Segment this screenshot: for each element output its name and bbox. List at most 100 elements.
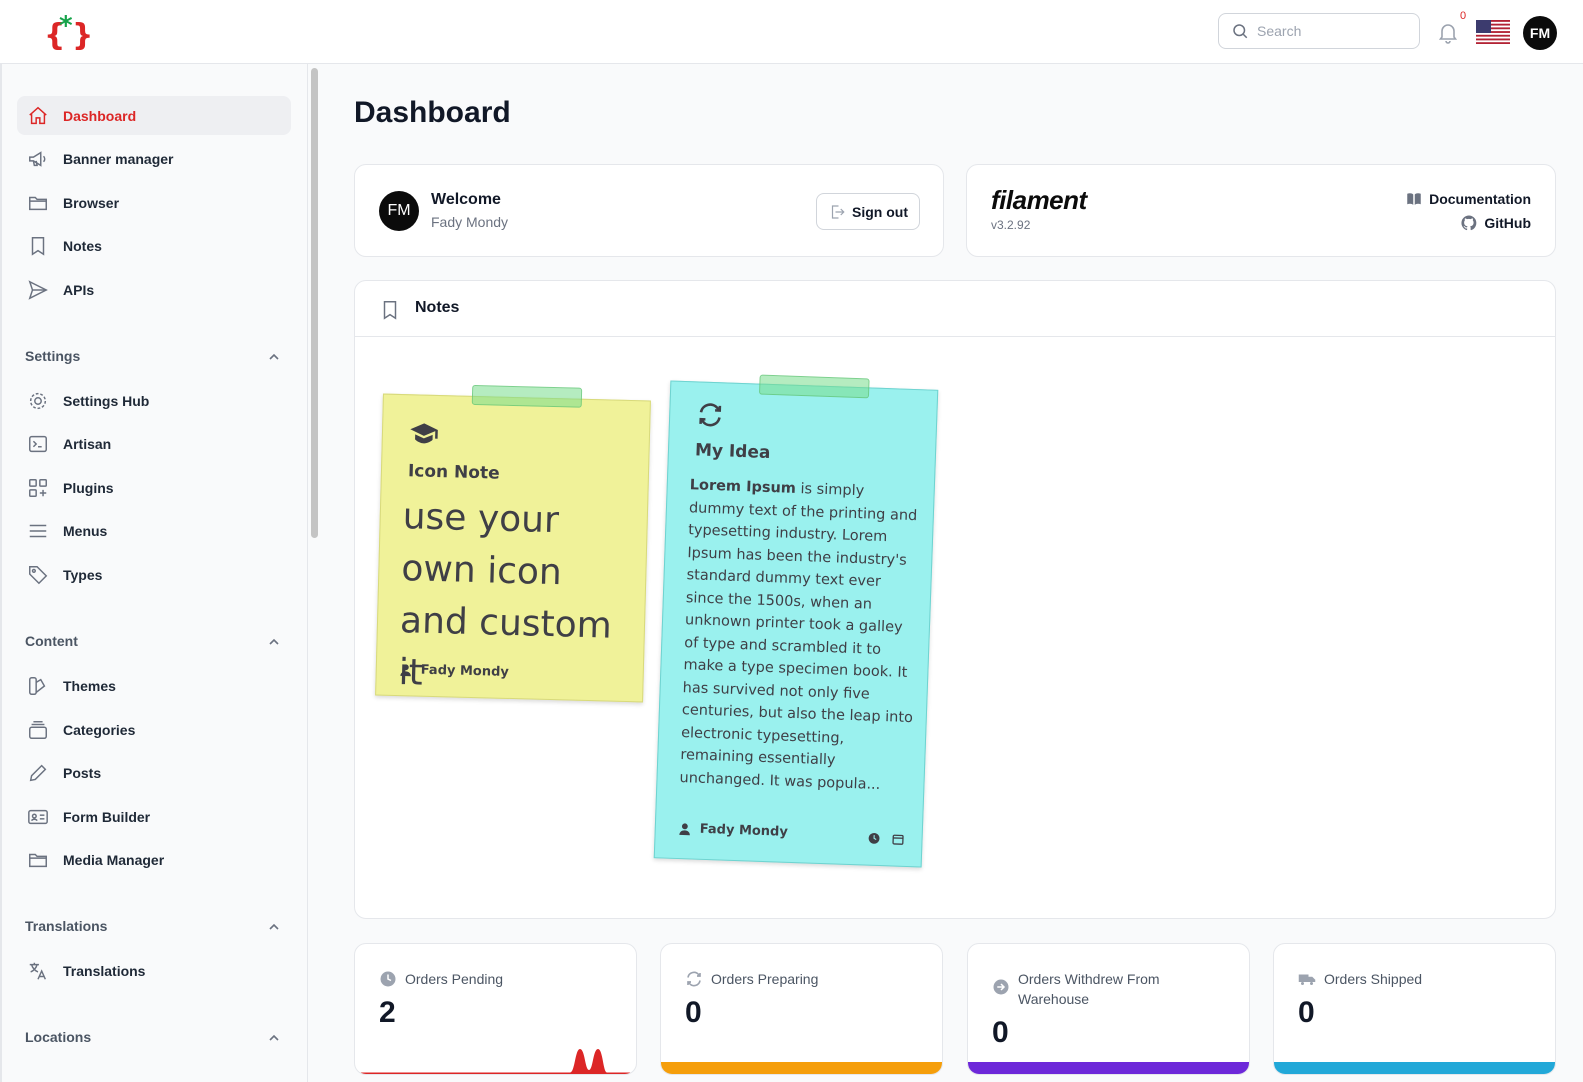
sidebar-item-browser[interactable]: Browser [17, 183, 291, 222]
stat-card-orders-shipped: Orders Shipped 0 [1273, 943, 1556, 1075]
note-author: Fady Mondy [699, 821, 789, 840]
notes-widget-title: Notes [415, 299, 460, 316]
svg-text:*: * [59, 12, 73, 41]
note-title: My Idea [694, 440, 771, 463]
sidebar-item-form-builder[interactable]: Form Builder [17, 797, 291, 836]
sidebar-item-posts[interactable]: Posts [17, 753, 291, 792]
sidebar-item-label: Posts [63, 764, 102, 781]
top-bar: { } * 0 FM [0, 0, 1583, 64]
arrow-circle-icon [993, 979, 1009, 995]
filament-info-card: filament v3.2.92 Documentation GitHub [966, 164, 1556, 257]
stat-color-bar [968, 1062, 1249, 1074]
sidebar-group-settings[interactable]: Settings [25, 348, 280, 364]
id-card-icon [28, 809, 48, 824]
calendar-icon[interactable] [891, 832, 904, 845]
page-title: Dashboard [354, 96, 511, 129]
search-box[interactable] [1218, 13, 1420, 49]
sign-out-button[interactable]: Sign out [816, 193, 920, 230]
sidebar-item-categories[interactable]: Categories [17, 710, 291, 749]
note-card-my-idea[interactable]: My Idea Lorem Ipsum is simply dummy text… [653, 374, 939, 868]
sidebar-group-locations[interactable]: Locations [25, 1029, 280, 1045]
truck-icon [1298, 974, 1316, 985]
arrows-rotate-icon [699, 403, 722, 427]
sidebar-item-dashboard[interactable]: Dashboard [17, 96, 291, 135]
clock-icon [380, 971, 396, 987]
stat-value: 0 [1298, 996, 1315, 1029]
notes-widget: Notes Icon Note use your own icon and cu… [354, 280, 1556, 919]
terminal-icon [29, 435, 47, 452]
stat-value: 2 [379, 996, 396, 1029]
chevron-up-icon[interactable] [268, 636, 280, 648]
stat-sparkline [355, 1049, 636, 1074]
sidebar-item-label: Dashboard [63, 107, 137, 124]
stat-value: 0 [992, 1016, 1009, 1049]
stat-card-orders-preparing: Orders Preparing 0 [660, 943, 943, 1075]
sidebar-item-label: Translations [63, 962, 146, 979]
filament-version: v3.2.92 [991, 218, 1031, 232]
sidebar-item-types[interactable]: Types [17, 555, 291, 594]
user-icon [400, 664, 411, 677]
graduation-cap-icon [410, 423, 438, 444]
github-icon [1461, 215, 1477, 231]
stat-card-orders-pending: Orders Pending 2 [354, 943, 637, 1075]
chevron-up-icon[interactable] [268, 1032, 280, 1044]
documentation-label: Documentation [1429, 191, 1531, 207]
chevron-up-icon[interactable] [268, 351, 280, 363]
avatar: FM [379, 191, 419, 231]
note-title: Icon Note [407, 461, 500, 484]
stat-value: 0 [685, 996, 702, 1029]
chevron-up-icon[interactable] [268, 921, 280, 933]
sidebar-scrollbar[interactable] [311, 68, 318, 538]
sidebar-item-artisan[interactable]: Artisan [17, 424, 291, 463]
note-card-icon-note[interactable]: Icon Note use your own icon and custom i… [375, 384, 651, 703]
note-body-text: is simply dummy text of the printing and… [679, 480, 918, 793]
github-link[interactable]: GitHub [1460, 214, 1531, 232]
sidebar-item-media-manager[interactable]: Media Manager [17, 840, 291, 879]
group-label-text: Locations [25, 1029, 92, 1045]
stat-card-orders-withdrew: Orders Withdrew From Warehouse 0 [967, 943, 1250, 1075]
sidebar-item-label: Themes [63, 677, 116, 694]
sidebar-item-label: Menus [63, 522, 108, 539]
group-label-text: Settings [25, 348, 81, 364]
sidebar-item-label: Banner manager [63, 150, 174, 167]
sidebar-item-notes[interactable]: Notes [17, 226, 291, 265]
note-body-bold: Lorem Ipsum [689, 477, 797, 497]
sidebar-group-content[interactable]: Content [25, 633, 280, 649]
group-label-text: Content [25, 633, 78, 649]
sidebar-item-plugins[interactable]: Plugins [17, 468, 291, 507]
bookmark-icon [383, 301, 397, 320]
stat-color-bar [661, 1062, 942, 1074]
folder-icon [29, 853, 47, 867]
sidebar-item-banner-manager[interactable]: Banner manager [17, 139, 291, 178]
sidebar-item-label: Artisan [63, 435, 112, 452]
documentation-link[interactable]: Documentation [1405, 190, 1531, 208]
sidebar-item-label: Types [63, 566, 103, 583]
stat-color-bar [1274, 1062, 1555, 1074]
note-author: Fady Mondy [420, 662, 510, 680]
user-avatar[interactable]: FM [1523, 16, 1557, 50]
sidebar-item-settings-hub[interactable]: Settings Hub [17, 381, 291, 420]
paper-plane-icon [28, 279, 48, 300]
sidebar-group-translations[interactable]: Translations [25, 918, 280, 934]
us-flag-icon[interactable] [1476, 20, 1510, 44]
filament-logo[interactable]: filament [991, 185, 1087, 216]
stat-label: Orders Preparing [711, 971, 819, 987]
squares-plus-icon [29, 478, 47, 497]
sidebar-item-menus[interactable]: Menus [17, 511, 291, 550]
arrows-rotate-icon [687, 971, 701, 987]
clock-icon[interactable] [867, 832, 880, 845]
megaphone-icon [29, 150, 46, 167]
sidebar-item-label: Media Manager [63, 851, 165, 868]
sidebar-item-apis[interactable]: APIs [17, 270, 291, 309]
folder-icon [29, 196, 47, 210]
sidebar-item-themes[interactable]: Themes [17, 666, 291, 705]
language-icon [29, 962, 47, 980]
notes-widget-header: Notes [355, 281, 1555, 337]
sidebar-item-label: Categories [63, 721, 136, 738]
group-label-text: Translations [25, 918, 108, 934]
app-logo[interactable]: { } * [44, 12, 92, 52]
sidebar-item-translations[interactable]: Translations [17, 951, 291, 990]
search-input[interactable] [1257, 23, 1407, 39]
notification-count: 0 [1460, 10, 1467, 22]
bell-icon[interactable] [1436, 20, 1460, 44]
